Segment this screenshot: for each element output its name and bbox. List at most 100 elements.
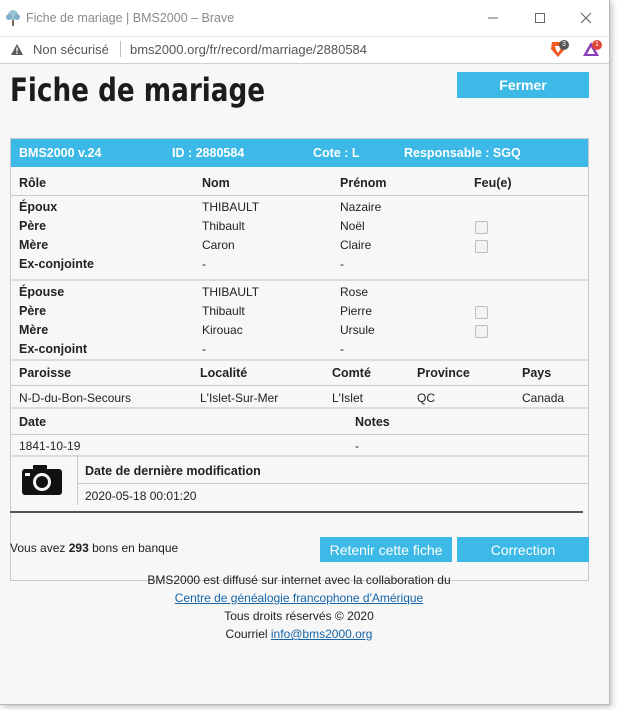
- notes-value: -: [355, 439, 359, 453]
- prenom-value: Nazaire: [340, 200, 382, 214]
- record-id: ID : 2880584: [172, 146, 245, 160]
- footer-link-line: Centre de généalogie francophone d'Améri…: [0, 591, 598, 605]
- address-bar[interactable]: Non sécurisé bms2000.org/fr/record/marri…: [0, 37, 609, 64]
- col-date: Date: [19, 415, 47, 429]
- role-label: Père: [19, 219, 47, 233]
- prenom-value: Rose: [340, 285, 369, 299]
- role-label: Mère: [19, 238, 49, 252]
- feu-checkbox[interactable]: [475, 306, 488, 319]
- col-paroisse: Paroisse: [19, 366, 72, 380]
- mail-prefix: Courriel: [225, 627, 268, 641]
- role-label: Ex-conjoint: [19, 342, 88, 356]
- localite-value: L'Islet-Sur-Mer: [200, 391, 279, 405]
- pays-value: Canada: [522, 391, 565, 405]
- cote-label: Cote : L: [313, 146, 360, 160]
- tree-logo-icon: [4, 9, 22, 27]
- province-value: QC: [417, 391, 435, 405]
- bank-prefix: Vous avez: [10, 541, 66, 555]
- page-content: Fiche de mariage Fermer BMS2000 v.24 ID …: [0, 64, 609, 704]
- feu-checkbox[interactable]: [475, 221, 488, 234]
- role-label: Ex-conjointe: [19, 257, 95, 271]
- footer-mail-line: Courriel info@bms2000.org: [0, 627, 598, 641]
- url-text[interactable]: bms2000.org/fr/record/marriage/2880584: [130, 42, 367, 57]
- camera-icon: [21, 464, 63, 499]
- role-label: Père: [19, 304, 47, 318]
- col-province: Province: [417, 366, 470, 380]
- footer-rights: Tous droits réservés © 2020: [224, 609, 374, 623]
- separator-rule: [10, 511, 583, 513]
- col-notes: Notes: [355, 415, 390, 429]
- prenom-value: -: [340, 342, 344, 356]
- role-label: Épouse: [19, 285, 65, 299]
- cgfa-link[interactable]: Centre de généalogie francophone d'Améri…: [175, 591, 423, 605]
- version-label: BMS2000 v.24: [19, 146, 102, 160]
- modification-label: Date de dernière modification: [85, 464, 261, 478]
- date-value: 1841-10-19: [19, 439, 81, 453]
- nom-value: Kirouac: [202, 323, 243, 337]
- record-card: BMS2000 v.24 ID : 2880584 Cote : L Respo…: [10, 138, 589, 581]
- divider: [11, 279, 588, 281]
- col-nom: Nom: [202, 176, 230, 190]
- col-localite: Localité: [200, 366, 248, 380]
- address-separator: [120, 41, 121, 57]
- brave-shields-icon[interactable]: 3: [549, 40, 569, 62]
- nom-value: -: [202, 342, 206, 356]
- nom-value: Caron: [202, 238, 235, 252]
- security-label[interactable]: Non sécurisé: [33, 42, 109, 57]
- divider: [77, 455, 78, 505]
- nom-value: THIBAULT: [202, 200, 260, 214]
- maximize-icon: [535, 13, 545, 23]
- nom-value: THIBAULT: [202, 285, 260, 299]
- window-title: Fiche de mariage | BMS2000 – Brave: [26, 11, 235, 25]
- divider: [11, 385, 588, 386]
- prenom-value: -: [340, 257, 344, 271]
- divider: [11, 195, 588, 196]
- bank-info: Vous avez 293 bons en banque: [10, 541, 178, 555]
- role-label: Époux: [19, 200, 58, 214]
- paroisse-value: N-D-du-Bon-Secours: [19, 391, 132, 405]
- browser-window: Fiche de mariage | BMS2000 – Brave Non s…: [0, 0, 610, 705]
- brave-rewards-icon[interactable]: 1: [582, 40, 602, 62]
- close-button[interactable]: Fermer: [457, 72, 589, 98]
- shields-count-badge: 3: [559, 40, 569, 50]
- role-label: Mère: [19, 323, 49, 337]
- email-link[interactable]: info@bms2000.org: [271, 627, 373, 641]
- divider: [11, 359, 588, 361]
- prenom-value: Claire: [340, 238, 372, 252]
- comte-value: L'Islet: [332, 391, 363, 405]
- nom-value: -: [202, 257, 206, 271]
- minimize-icon: [488, 17, 498, 19]
- divider: [11, 455, 588, 457]
- maximize-button[interactable]: [526, 6, 554, 30]
- bank-suffix: bons en banque: [92, 541, 179, 555]
- minimize-button[interactable]: [479, 6, 507, 30]
- prenom-value: Noël: [340, 219, 365, 233]
- col-prenom: Prénom: [340, 176, 387, 190]
- col-pays: Pays: [522, 366, 552, 380]
- feu-checkbox[interactable]: [475, 325, 488, 338]
- col-role: Rôle: [19, 176, 47, 190]
- divider: [11, 434, 588, 435]
- bank-count: 293: [68, 541, 89, 555]
- responsable-label: Responsable : SGQ: [404, 146, 521, 160]
- correction-button[interactable]: Correction: [457, 537, 589, 562]
- col-feu: Feu(e): [474, 176, 512, 190]
- retain-record-button[interactable]: Retenir cette fiche: [320, 537, 452, 562]
- nom-value: Thibault: [202, 304, 245, 318]
- prenom-value: Ursule: [340, 323, 375, 337]
- prenom-value: Pierre: [340, 304, 373, 318]
- warning-icon[interactable]: [10, 43, 24, 59]
- title-bar: Fiche de mariage | BMS2000 – Brave: [0, 0, 609, 37]
- col-comte: Comté: [332, 366, 371, 380]
- close-window-button[interactable]: [572, 6, 600, 30]
- divider: [11, 407, 588, 409]
- close-icon: [580, 12, 592, 24]
- rewards-count-badge: 1: [592, 40, 602, 50]
- divider: [77, 483, 588, 484]
- modification-date: 2020-05-18 00:01:20: [85, 489, 197, 503]
- footer-line: BMS2000 est diffusé sur internet avec la…: [147, 573, 451, 587]
- page-title: Fiche de mariage: [10, 71, 266, 109]
- feu-checkbox[interactable]: [475, 240, 488, 253]
- nom-value: Thibault: [202, 219, 245, 233]
- record-header: BMS2000 v.24 ID : 2880584 Cote : L Respo…: [11, 139, 588, 167]
